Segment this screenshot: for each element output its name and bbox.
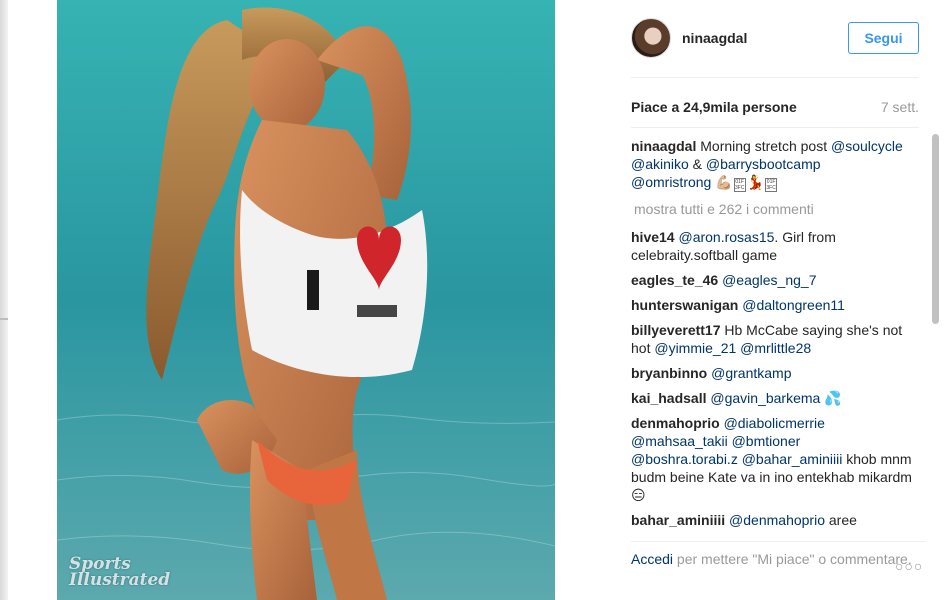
left-gutter bbox=[0, 0, 57, 600]
mention-link[interactable]: @yimmie_21 bbox=[654, 340, 736, 356]
mention-link[interactable]: @omristrong bbox=[631, 174, 711, 190]
comment-username[interactable]: denmahoprio bbox=[631, 415, 720, 431]
mention-link[interactable]: @daltongreen11 bbox=[742, 297, 845, 313]
post-age[interactable]: 7 sett. bbox=[881, 99, 919, 115]
comment-item: bryanbinno @grantkamp bbox=[631, 364, 913, 382]
scrollbar-thumb[interactable] bbox=[932, 134, 939, 324]
post-photo[interactable]: Sports Illustrated bbox=[57, 0, 555, 600]
comment-item: denmahoprio @diabolicmerrie @mahsaa_takii… bbox=[631, 414, 913, 504]
mention-link[interactable]: @grantkamp bbox=[711, 365, 791, 381]
comments-scrollbar[interactable] bbox=[932, 128, 941, 532]
comment-item: hive14 @aron.rosas15. Girl from celebrai… bbox=[631, 228, 913, 264]
avatar[interactable] bbox=[631, 18, 671, 58]
caption-joiner: & bbox=[688, 156, 706, 172]
comment-item: hunterswanigan @daltongreen11 bbox=[631, 296, 913, 314]
caption: ninaagdal Morning stretch post @soulcycl… bbox=[631, 137, 913, 192]
comment-username[interactable]: hive14 bbox=[631, 229, 675, 245]
photo-illustration bbox=[57, 0, 555, 600]
login-link[interactable]: Accedi bbox=[631, 551, 673, 567]
mention-link[interactable]: @aron.rosas15 bbox=[678, 229, 774, 245]
mention-link[interactable]: @bahar_aminiiii bbox=[742, 451, 843, 467]
mention-link[interactable]: @soulcycle bbox=[831, 138, 903, 154]
post-author-username[interactable]: ninaagdal bbox=[682, 30, 747, 46]
gutter-edge bbox=[0, 0, 8, 600]
comments-list[interactable]: ninaagdal Morning stretch post @soulcycl… bbox=[631, 137, 926, 530]
mention-link[interactable]: @gavin_barkema bbox=[710, 390, 820, 406]
dancer-emoji-icon: 💃 bbox=[746, 174, 765, 190]
watermark-line-2: Illustrated bbox=[69, 570, 171, 590]
more-dots-icon[interactable]: ○○○ bbox=[895, 558, 923, 574]
comment-item: kai_hadsall @gavin_barkema 💦 bbox=[631, 389, 913, 407]
likes-count[interactable]: Piace a 24,9mila persone bbox=[631, 99, 797, 115]
comment-username[interactable]: kai_hadsall bbox=[631, 390, 707, 406]
mention-link[interactable]: @barrysbootcamp bbox=[706, 156, 821, 172]
photo-watermark: Sports Illustrated bbox=[69, 556, 171, 590]
mention-link[interactable]: @diabolicmerrie bbox=[724, 415, 825, 431]
comment-item: bahar_aminiiii @denmahoprio aree mishnam… bbox=[631, 511, 913, 530]
sweat-droplets-emoji-icon: 💦 bbox=[824, 390, 842, 406]
expressionless-emoji-icon: 😑 bbox=[631, 487, 646, 503]
post-footer: Accedi per mettere "Mi piace" o commenta… bbox=[631, 541, 926, 591]
mention-link[interactable]: @mahsaa_takii bbox=[631, 433, 728, 449]
caption-username[interactable]: ninaagdal bbox=[631, 138, 696, 154]
gutter-mark bbox=[0, 318, 8, 320]
mention-link[interactable]: @eagles_ng_7 bbox=[722, 272, 816, 288]
mention-link[interactable]: @akiniko bbox=[631, 156, 689, 172]
missing-glyph-icon: 01F 3FC bbox=[733, 178, 746, 192]
post-header: ninaagdal Segui bbox=[631, 18, 919, 78]
comment-username[interactable]: eagles_te_46 bbox=[631, 272, 718, 288]
comment-item: eagles_te_46 @eagles_ng_7 bbox=[631, 271, 913, 289]
mention-link[interactable]: @boshra.torabi.z bbox=[631, 451, 738, 467]
mention-link[interactable]: @denmahoprio bbox=[729, 512, 825, 528]
comment-username[interactable]: billyeverett17 bbox=[631, 322, 721, 338]
caption-text: Morning stretch post bbox=[696, 138, 831, 154]
show-all-comments-link[interactable]: mostra tutti e 262 i commenti bbox=[634, 200, 926, 218]
likes-row: Piace a 24,9mila persone 7 sett. bbox=[631, 98, 919, 128]
mention-link[interactable]: @bmtioner bbox=[732, 433, 801, 449]
comment-username[interactable]: bahar_aminiiii bbox=[631, 512, 725, 528]
missing-glyph-icon: 01F 3FC bbox=[765, 178, 778, 192]
mention-link[interactable]: @mrlittle28 bbox=[740, 340, 811, 356]
post-sidebar: ninaagdal Segui Piace a 24,9mila persone… bbox=[555, 0, 945, 600]
login-prompt-text: per mettere "Mi piace" o commentare. bbox=[673, 551, 912, 567]
comment-username[interactable]: bryanbinno bbox=[631, 365, 707, 381]
comment-item: billyeverett17 Hb McCabe saying she's no… bbox=[631, 321, 913, 357]
follow-button[interactable]: Segui bbox=[848, 22, 919, 54]
flexed-biceps-emoji-icon: 💪🏼 bbox=[715, 174, 733, 190]
comment-username[interactable]: hunterswanigan bbox=[631, 297, 738, 313]
